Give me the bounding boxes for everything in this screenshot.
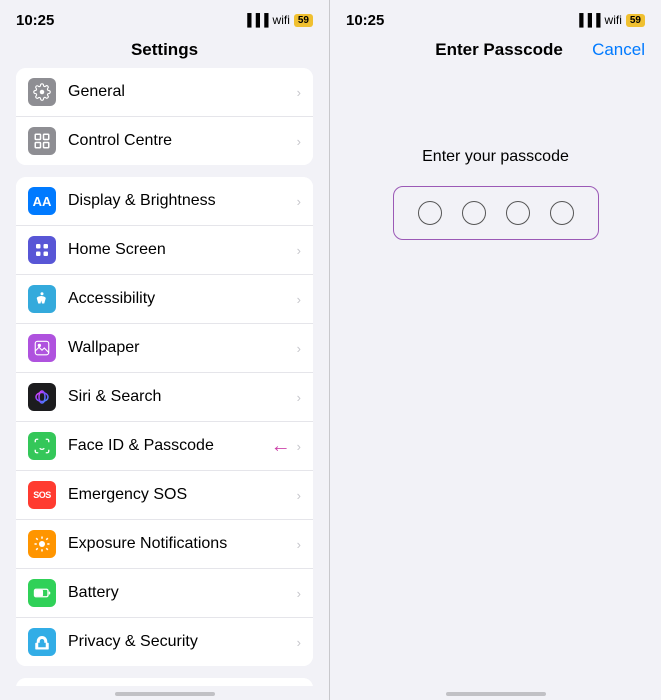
exposure-label: Exposure Notifications bbox=[68, 535, 297, 553]
control-centre-icon bbox=[28, 127, 56, 155]
home-screen-chevron: › bbox=[297, 243, 301, 258]
settings-group-3: App Store › Wallet › bbox=[16, 678, 313, 686]
exposure-chevron: › bbox=[297, 537, 301, 552]
passcode-input-area[interactable] bbox=[393, 186, 599, 240]
passcode-header: Enter Passcode Cancel bbox=[330, 36, 661, 68]
battery-indicator: 59 bbox=[294, 14, 313, 27]
emergency-sos-chevron: › bbox=[297, 488, 301, 503]
settings-item-app-store[interactable]: App Store › bbox=[16, 678, 313, 686]
passcode-circle-1 bbox=[418, 201, 442, 225]
display-icon: AA bbox=[28, 187, 56, 215]
wifi-icon: wifi bbox=[273, 13, 290, 27]
left-status-bar: 10:25 ▐▐▐ wifi 59 bbox=[0, 0, 329, 36]
settings-item-control-centre[interactable]: Control Centre › bbox=[16, 117, 313, 165]
right-signal-icon: ▐▐▐ bbox=[575, 13, 601, 27]
passcode-circle-3 bbox=[506, 201, 530, 225]
privacy-chevron: › bbox=[297, 635, 301, 650]
passcode-title: Enter Passcode bbox=[435, 40, 563, 60]
settings-item-display[interactable]: AA Display & Brightness › bbox=[16, 177, 313, 226]
accessibility-icon bbox=[28, 285, 56, 313]
right-status-icons: ▐▐▐ wifi 59 bbox=[575, 13, 645, 27]
left-status-icons: ▐▐▐ wifi 59 bbox=[243, 13, 313, 27]
battery-icon bbox=[28, 579, 56, 607]
general-icon bbox=[28, 78, 56, 106]
right-time: 10:25 bbox=[346, 12, 384, 29]
left-time: 10:25 bbox=[16, 12, 54, 29]
wallpaper-label: Wallpaper bbox=[68, 339, 297, 357]
privacy-icon bbox=[28, 628, 56, 656]
control-centre-chevron: › bbox=[297, 134, 301, 149]
settings-item-exposure[interactable]: Exposure Notifications › bbox=[16, 520, 313, 569]
privacy-label: Privacy & Security bbox=[68, 633, 297, 651]
passcode-prompt: Enter your passcode bbox=[422, 148, 569, 166]
settings-item-home-screen[interactable]: Home Screen › bbox=[16, 226, 313, 275]
siri-chevron: › bbox=[297, 390, 301, 405]
general-label: General bbox=[68, 83, 297, 101]
right-status-bar: 10:25 ▐▐▐ wifi 59 bbox=[330, 0, 661, 36]
siri-label: Siri & Search bbox=[68, 388, 297, 406]
passcode-content: Enter your passcode bbox=[330, 68, 661, 686]
settings-title: Settings bbox=[0, 36, 329, 68]
left-home-bar bbox=[115, 692, 215, 696]
face-id-chevron: › bbox=[297, 439, 301, 454]
settings-group-1: General › Control Centre › bbox=[16, 68, 313, 165]
cancel-button[interactable]: Cancel bbox=[592, 40, 645, 60]
wallpaper-chevron: › bbox=[297, 341, 301, 356]
face-id-label: Face ID & Passcode bbox=[68, 437, 271, 455]
display-chevron: › bbox=[297, 194, 301, 209]
settings-item-accessibility[interactable]: Accessibility › bbox=[16, 275, 313, 324]
face-id-icon bbox=[28, 432, 56, 460]
battery-label: Battery bbox=[68, 584, 297, 602]
home-screen-label: Home Screen bbox=[68, 241, 297, 259]
home-screen-icon bbox=[28, 236, 56, 264]
signal-icon: ▐▐▐ bbox=[243, 13, 269, 27]
battery-chevron: › bbox=[297, 586, 301, 601]
emergency-sos-icon: SOS bbox=[28, 481, 56, 509]
right-home-bar bbox=[446, 692, 546, 696]
right-battery-indicator: 59 bbox=[626, 14, 645, 27]
general-chevron: › bbox=[297, 85, 301, 100]
siri-icon bbox=[28, 383, 56, 411]
emergency-sos-label: Emergency SOS bbox=[68, 486, 297, 504]
settings-item-emergency-sos[interactable]: SOS Emergency SOS › bbox=[16, 471, 313, 520]
settings-item-privacy[interactable]: Privacy & Security › bbox=[16, 618, 313, 666]
settings-item-general[interactable]: General › bbox=[16, 68, 313, 117]
control-centre-label: Control Centre bbox=[68, 132, 297, 150]
settings-item-wallpaper[interactable]: Wallpaper › bbox=[16, 324, 313, 373]
settings-item-siri[interactable]: Siri & Search › bbox=[16, 373, 313, 422]
highlight-arrow: ← bbox=[271, 435, 291, 458]
passcode-circle-4 bbox=[550, 201, 574, 225]
settings-panel: 10:25 ▐▐▐ wifi 59 Settings General › Con… bbox=[0, 0, 330, 700]
wallpaper-icon bbox=[28, 334, 56, 362]
accessibility-label: Accessibility bbox=[68, 290, 297, 308]
settings-group-2: AA Display & Brightness › Home Screen › … bbox=[16, 177, 313, 666]
display-label: Display & Brightness bbox=[68, 192, 297, 210]
right-wifi-icon: wifi bbox=[605, 13, 622, 27]
accessibility-chevron: › bbox=[297, 292, 301, 307]
enter-passcode-panel: 10:25 ▐▐▐ wifi 59 Enter Passcode Cancel … bbox=[330, 0, 661, 700]
exposure-icon bbox=[28, 530, 56, 558]
settings-list: General › Control Centre › AA Display & … bbox=[0, 68, 329, 686]
passcode-circle-2 bbox=[462, 201, 486, 225]
settings-item-battery[interactable]: Battery › bbox=[16, 569, 313, 618]
settings-item-face-id[interactable]: Face ID & Passcode ← › bbox=[16, 422, 313, 471]
